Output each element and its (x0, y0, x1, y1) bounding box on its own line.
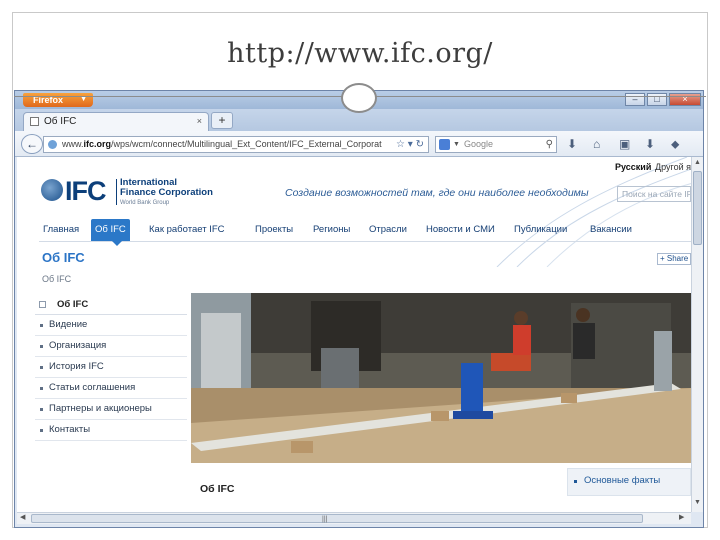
nav-item-projects[interactable]: Проекты (255, 219, 293, 241)
sidenav-item-label: Организация (49, 340, 107, 351)
tab-title: Об IFC (44, 116, 77, 127)
language-other-link[interactable]: Другой я (655, 162, 691, 172)
sidenav-item-label: Статьи соглашения (49, 382, 136, 393)
bookmarks-icon[interactable]: ▣ (619, 137, 630, 151)
slide-ring-ornament (341, 83, 377, 113)
sidenav-item-label: История IFC (49, 361, 104, 372)
browser-window: Firefox ▼ – □ × Об IFC × + ← www.ifc.org… (14, 90, 704, 528)
vertical-scroll-thumb[interactable] (693, 171, 702, 245)
search-engine-dropdown-icon[interactable]: ▼ (453, 137, 460, 152)
collapse-box-icon (39, 301, 46, 308)
download-icon[interactable]: ⬇ (567, 137, 577, 151)
sidenav-item-history[interactable]: История IFC (35, 357, 187, 378)
firefox-menu-icon[interactable]: ⬥ (671, 137, 679, 151)
hero-image (191, 293, 691, 463)
site-tagline: Создание возможностей там, где они наибо… (285, 187, 589, 199)
search-bar[interactable]: ▼ Google ⚲ (435, 136, 557, 153)
language-current[interactable]: Русский (615, 162, 651, 172)
sidenav-header-label: Об IFC (57, 299, 89, 310)
nav-item-news[interactable]: Новости и СМИ (426, 219, 495, 241)
navigation-toolbar: ← www.ifc.org/wps/wcm/connect/Multilingu… (15, 131, 703, 157)
slide-title: http://www.ifc.org/ (227, 38, 493, 69)
logo-text: International Finance Corporation (120, 178, 213, 198)
minimize-button[interactable]: – (625, 93, 645, 106)
url-prefix: www. (62, 139, 84, 149)
nav-item-about[interactable]: Об IFC (91, 219, 130, 241)
scroll-left-icon[interactable]: ◀ (20, 513, 25, 523)
sidenav-header[interactable]: Об IFC (35, 294, 187, 315)
scroll-up-icon[interactable]: ▲ (692, 159, 703, 166)
bullet-icon (574, 480, 577, 483)
nav-item-publications[interactable]: Публикации (514, 219, 567, 241)
tab-close-button[interactable]: × (197, 113, 202, 130)
home-icon[interactable]: ⌂ (593, 137, 600, 151)
scroll-down-icon[interactable]: ▼ (692, 499, 703, 506)
bullet-icon (40, 408, 43, 411)
logo-divider (116, 179, 117, 205)
bullet-icon (40, 429, 43, 432)
url-path: /wps/wcm/connect/Multilingual_Ext_Conten… (111, 139, 382, 149)
web-page: Русский Другой я IFC International Finan… (17, 157, 691, 512)
back-button[interactable]: ← (21, 134, 43, 154)
bullet-icon (40, 387, 43, 390)
maximize-button[interactable]: □ (647, 93, 667, 106)
sidenav-item-label: Видение (49, 319, 88, 330)
nav-item-careers[interactable]: Вакансии (590, 219, 632, 241)
sidenav-item-articles[interactable]: Статьи соглашения (35, 378, 187, 399)
scroll-grip-icon: ||| (322, 516, 328, 523)
reload-icon[interactable]: ↻ (416, 139, 424, 150)
section-title: Об IFC (200, 483, 235, 495)
sidenav-item-label: Партнеры и акционеры (49, 403, 152, 414)
logo-subline: World Bank Group (120, 200, 170, 206)
sidenav-item-contacts[interactable]: Контакты (35, 420, 187, 441)
nav-item-industries[interactable]: Отрасли (369, 219, 407, 241)
url-host: ifc.org (83, 139, 112, 149)
site-search-input[interactable]: Поиск на сайте IFC (617, 186, 691, 202)
back-arrow-icon: ← (26, 137, 38, 151)
share-button[interactable]: + Share (657, 253, 691, 265)
sidenav-item-partners[interactable]: Партнеры и акционеры (35, 399, 187, 420)
scroll-right-icon[interactable]: ▶ (679, 513, 684, 523)
tab-about-ifc[interactable]: Об IFC × (23, 112, 209, 131)
nav-item-how-ifc-works[interactable]: Как работает IFC (149, 219, 225, 241)
nav-item-regions[interactable]: Регионы (313, 219, 350, 241)
new-tab-button[interactable]: + (211, 112, 233, 129)
address-bar[interactable]: www.ifc.org/wps/wcm/connect/Multilingual… (43, 136, 429, 153)
logo-line-2: Finance Corporation (120, 187, 213, 198)
bullet-icon (40, 366, 43, 369)
ifc-globe-logo-icon (41, 179, 63, 201)
horizontal-scroll-thumb[interactable]: ||| (31, 514, 643, 523)
history-dropdown-icon[interactable]: ▾ (408, 139, 413, 150)
bullet-icon (40, 324, 43, 327)
url-actions: ☆ ▾ ↻ (394, 137, 424, 152)
decorative-swoosh (496, 157, 691, 267)
fast-facts-link[interactable]: Основные факты (567, 468, 691, 496)
site-identity-icon (48, 140, 57, 149)
google-logo-icon (439, 139, 450, 150)
bullet-icon (40, 345, 43, 348)
ifc-logo[interactable]: IFC (65, 176, 106, 207)
fast-facts-label: Основные факты (584, 475, 661, 486)
sidenav-item-label: Контакты (49, 424, 91, 435)
addon-icon[interactable]: ⬇ (645, 137, 655, 151)
search-placeholder: Google (464, 139, 494, 149)
breadcrumb[interactable]: Об IFC (42, 274, 71, 284)
page-favicon-icon (30, 117, 39, 126)
close-window-button[interactable]: × (669, 93, 701, 106)
nav-divider (39, 241, 691, 242)
page-title: Об IFC (42, 250, 85, 265)
sidenav-item-vision[interactable]: Видение (35, 315, 187, 336)
star-icon[interactable]: ☆ (396, 139, 405, 150)
main-navigation: Главная Об IFC Как работает IFC Проекты … (17, 219, 691, 241)
search-icon[interactable]: ⚲ (546, 137, 553, 152)
nav-item-home[interactable]: Главная (43, 219, 79, 241)
horizontal-scrollbar[interactable]: ◀ ||| ▶ (17, 512, 691, 524)
vertical-scrollbar[interactable]: ▲ ▼ (691, 157, 703, 512)
nav-active-indicator-icon (112, 241, 122, 246)
sidenav-item-organization[interactable]: Организация (35, 336, 187, 357)
